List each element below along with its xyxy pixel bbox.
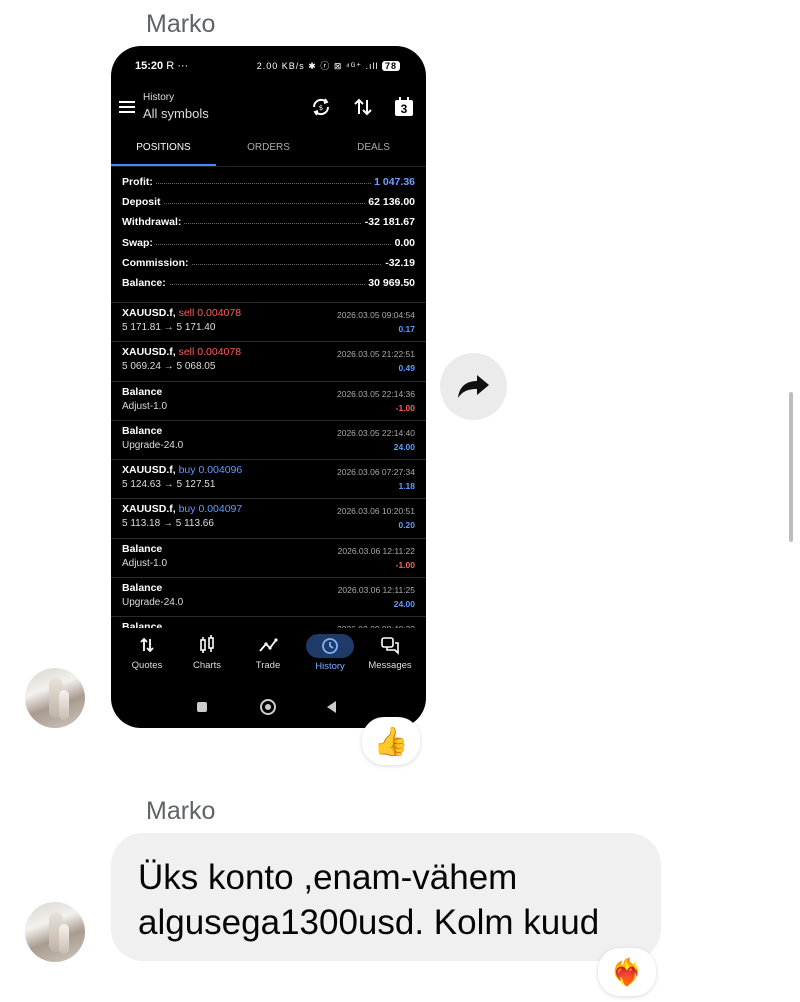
summary-row: Profit: 1 047.36 — [122, 176, 415, 188]
reaction-badge[interactable]: 👍 — [362, 717, 420, 765]
screenshot-image[interactable]: 15:20 R ··· 2.00 KB/s ✱ ⓡ ⊠ ⁴ᴳ⁺ .ıll 78 … — [111, 46, 426, 728]
list-item[interactable]: Balance Upgrade-24.0 2026.03.05 22:14:40… — [111, 419, 426, 459]
nav-messages[interactable]: Messages — [360, 634, 420, 671]
sender-name: Marko — [146, 10, 216, 38]
avatar[interactable] — [25, 668, 85, 728]
share-arrow-icon — [458, 375, 489, 398]
list-item[interactable]: Balance Adjust-1.0 2026.03.06 12:11:22 -… — [111, 537, 426, 577]
scrollbar[interactable] — [789, 392, 793, 542]
app-subtitle: All symbols — [143, 106, 209, 121]
nav-trade[interactable]: Trade — [238, 634, 298, 671]
messages-icon — [381, 637, 399, 655]
tab-bar: POSITIONS ORDERS DEALS — [111, 136, 426, 167]
svg-text:$: $ — [319, 104, 323, 112]
summary-row: Swap: 0.00 — [122, 236, 415, 249]
heart-on-fire-icon: ❤️‍🔥 — [610, 956, 644, 987]
nav-history[interactable]: History — [300, 634, 360, 672]
bottom-nav: Quotes Charts Trade History Messages — [111, 628, 426, 678]
nav-quotes[interactable]: Quotes — [117, 634, 177, 671]
sender-name: Marko — [146, 797, 216, 825]
list-item[interactable]: XAUUSD.f, sell 0.004078 5 069.24 → 5 068… — [111, 341, 426, 380]
list-item[interactable]: Balance Upgrade-24.0 2026.03.06 12:11:25… — [111, 577, 426, 616]
summary-panel: Profit: 1 047.36 Deposit 62 136.00 Withdra… — [122, 174, 415, 295]
list-item[interactable]: XAUUSD.f, buy 0.004097 5 113.18 → 5 113.… — [111, 498, 426, 537]
message-bubble[interactable]: Üks konto ,enam-vähem algusega1300usd. K… — [111, 833, 661, 961]
list-item[interactable]: XAUUSD.f, buy 0.004096 5 124.63 → 5 127.… — [111, 459, 426, 498]
home-icon[interactable] — [260, 699, 276, 715]
history-icon — [322, 638, 338, 654]
thumbs-up-icon: 👍 — [373, 725, 409, 757]
list-item[interactable]: XAUUSD.f, sell 0.004078 5 171.81 → 5 171… — [111, 302, 426, 341]
back-icon[interactable] — [325, 700, 337, 714]
quotes-icon — [140, 637, 154, 653]
app-title: History — [143, 92, 175, 103]
battery-icon: 78 — [381, 61, 400, 71]
recents-icon[interactable] — [197, 702, 207, 712]
status-time: 15:20 R ··· — [135, 60, 189, 72]
charts-icon — [200, 635, 214, 653]
refresh-icon[interactable]: $ — [310, 96, 332, 118]
menu-icon[interactable] — [119, 98, 135, 116]
summary-row: Withdrawal: -32 181.67 — [122, 216, 415, 229]
tab-orders[interactable]: ORDERS — [216, 142, 321, 153]
app-bar: History All symbols $ 3 — [111, 92, 426, 132]
summary-row: Balance: 30 969.50 — [122, 276, 415, 289]
summary-row: Commission: -32.19 — [122, 256, 415, 269]
calendar-day: 3 — [400, 102, 408, 116]
active-tab-indicator — [111, 164, 216, 166]
sort-icon[interactable] — [352, 96, 374, 118]
message-text: Üks konto ,enam-vähem algusega1300usd. K… — [138, 858, 600, 942]
forward-button[interactable] — [440, 353, 507, 420]
nav-charts[interactable]: Charts — [177, 634, 237, 671]
tab-deals[interactable]: DEALS — [321, 142, 426, 153]
history-list[interactable]: XAUUSD.f, sell 0.004078 5 171.81 → 5 171… — [111, 302, 426, 656]
summary-row: Deposit 62 136.00 — [122, 196, 415, 209]
list-item[interactable]: Balance Adjust-1.0 2026.03.05 22:14:36 -… — [111, 380, 426, 420]
status-icons: 2.00 KB/s ✱ ⓡ ⊠ ⁴ᴳ⁺ .ıll 78 — [257, 59, 400, 72]
trade-icon — [259, 638, 278, 652]
avatar[interactable] — [25, 902, 85, 962]
reaction-badge[interactable]: ❤️‍🔥 — [598, 948, 656, 996]
status-bar: 15:20 R ··· 2.00 KB/s ✱ ⓡ ⊠ ⁴ᴳ⁺ .ıll 78 — [111, 46, 426, 86]
tab-positions[interactable]: POSITIONS — [111, 142, 216, 153]
